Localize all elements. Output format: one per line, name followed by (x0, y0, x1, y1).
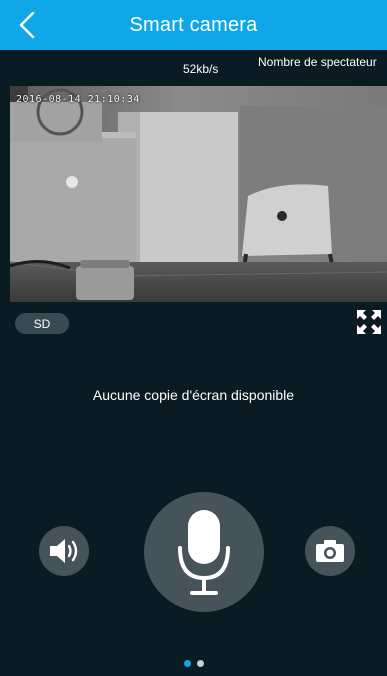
page-title: Smart camera (129, 13, 258, 36)
viewers-label: Nombre de spectateur (258, 55, 377, 69)
page-indicator (0, 660, 387, 667)
page-dot-2[interactable] (196, 660, 204, 667)
fullscreen-icon (357, 310, 381, 334)
chevron-left-icon (19, 11, 35, 39)
volume-button[interactable] (39, 526, 89, 576)
empty-screenshots-message: Aucune copie d'écran disponible (92, 387, 295, 403)
page-dot-1[interactable] (183, 660, 191, 667)
video-timestamp: 2016-08-14 21:10:34 (16, 94, 140, 105)
bitrate-label: 52kb/s (183, 62, 219, 76)
camera-frame (10, 86, 387, 302)
fullscreen-button[interactable] (357, 310, 381, 334)
stream-info-bar: 52kb/s Nombre de spectateur (0, 50, 387, 86)
app-header: Smart camera (0, 0, 387, 50)
camera-icon (316, 540, 344, 562)
speaker-icon (50, 539, 78, 563)
microphone-icon (178, 510, 230, 595)
back-button[interactable] (10, 8, 44, 42)
snapshot-button[interactable] (305, 526, 355, 576)
quality-toggle-sd[interactable]: SD (15, 313, 69, 334)
live-video-feed[interactable]: 2016-08-14 21:10:34 (10, 86, 387, 302)
talk-button[interactable] (144, 492, 264, 612)
